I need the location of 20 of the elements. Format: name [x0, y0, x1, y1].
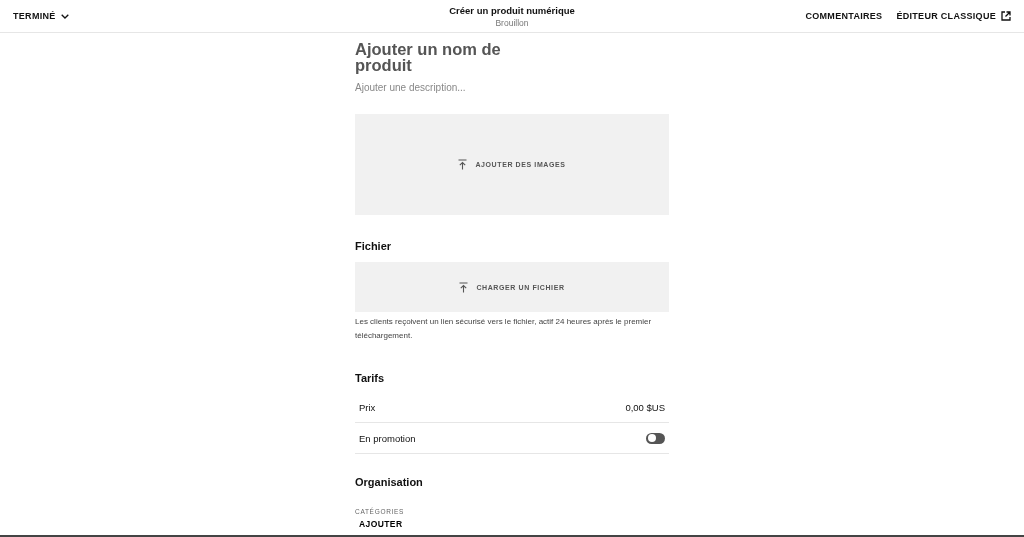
section-heading: Fichier	[355, 240, 393, 252]
product-name-field[interactable]: Ajouter un nom de produit	[355, 41, 515, 73]
add-category-button[interactable]: AJOUTER	[355, 519, 407, 530]
price-value[interactable]: 0,00 $US	[625, 401, 665, 413]
comments-button[interactable]: COMMENTAIRES	[805, 11, 883, 21]
page-title: Créer un produit numérique	[449, 4, 575, 16]
upload-icon	[458, 159, 468, 170]
toggle-switch[interactable]	[646, 432, 665, 444]
help-text: Les clients reçoivent un lien sécurisé vers le fichier, actif 24 heures après le premier téléchargement.	[355, 316, 653, 342]
description-field[interactable]: Ajouter une description...	[355, 82, 555, 93]
section-heading: Tarifs	[355, 372, 386, 384]
status-label: Brouillon	[495, 17, 529, 28]
row-label: En promotion	[359, 432, 416, 444]
chevron-down-icon	[60, 13, 69, 19]
section-heading: Organisation	[355, 476, 424, 488]
done-menu[interactable]: TERMINÉ	[13, 11, 69, 21]
row-label: Prix	[359, 401, 376, 413]
external-link-icon	[1001, 11, 1011, 21]
classic-editor-button[interactable]: ÉDITEUR CLASSIQUE	[896, 11, 1011, 21]
upload-icon	[459, 281, 469, 293]
